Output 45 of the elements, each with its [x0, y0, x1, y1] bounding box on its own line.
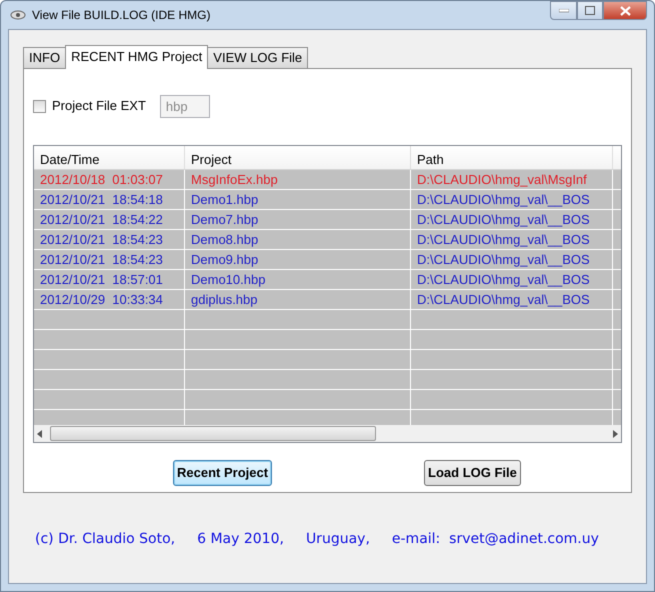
table-cell: 2012/10/21 18:54:22 — [34, 210, 185, 229]
window-title: View File BUILD.LOG (IDE HMG) — [32, 7, 210, 24]
table-cell: D:\CLAUDIO\hmg_val\__BOS — [411, 270, 613, 289]
column-header[interactable]: Path — [411, 146, 613, 169]
checkbox-label: Project File EXT — [52, 97, 146, 116]
table-cell: 2012/10/21 18:54:23 — [34, 250, 185, 269]
table-cell: D:\CLAUDIO\hmg_val\__BOS — [411, 210, 613, 229]
footer-text: (c) Dr. Claudio Soto, — [35, 530, 176, 549]
table-cell: Demo7.hbp — [185, 210, 411, 229]
table-cell: 2012/10/21 18:54:23 — [34, 230, 185, 249]
load-log-button[interactable]: Load LOG File — [424, 460, 521, 486]
table-cell: D:\CLAUDIO\hmg_val\__BOS — [411, 230, 613, 249]
eye-icon — [10, 8, 26, 22]
tab[interactable]: RECENT HMG Project — [65, 45, 208, 69]
column-header[interactable]: Project — [185, 146, 411, 169]
table-cell: 2012/10/18 01:03:07 — [34, 170, 185, 189]
footer-text: e-mail: srvet@adinet.com.uy — [392, 530, 599, 549]
table-cell: 2012/10/21 18:54:18 — [34, 190, 185, 209]
scroll-right-icon[interactable] — [613, 430, 618, 438]
table-cell: Demo8.hbp — [185, 230, 411, 249]
minimize-button[interactable] — [550, 1, 577, 20]
tab[interactable]: INFO — [23, 47, 66, 68]
scrollbar-thumb[interactable] — [50, 426, 376, 441]
table-cell: 2012/10/29 10:33:34 — [34, 290, 185, 309]
tab[interactable]: VIEW LOG File — [207, 47, 308, 68]
recent-project-button[interactable]: Recent Project — [173, 460, 272, 486]
close-icon — [620, 6, 630, 16]
footer-text: Uruguay, — [306, 530, 370, 549]
table-cell: 2012/10/21 18:57:01 — [34, 270, 185, 289]
table-cell: Demo10.hbp — [185, 270, 411, 289]
minimize-icon — [558, 8, 568, 12]
table-cell: gdiplus.hbp — [185, 290, 411, 309]
maximize-button[interactable] — [577, 1, 603, 20]
table-cell: D:\CLAUDIO\hmg_val\__BOS — [411, 290, 613, 309]
table-cell: D:\CLAUDIO\hmg_val\__BOS — [411, 250, 613, 269]
scroll-left-icon[interactable] — [37, 430, 42, 438]
maximize-icon — [585, 6, 595, 15]
table-cell: Demo9.hbp — [185, 250, 411, 269]
close-button[interactable] — [603, 1, 647, 20]
table-cell: Demo1.hbp — [185, 190, 411, 209]
column-header[interactable]: Date/Time — [34, 146, 185, 169]
footer-text: 6 May 2010, — [197, 530, 284, 549]
table-cell: MsgInfoEx.hbp — [185, 170, 411, 189]
table-cell: D:\CLAUDIO\hmg_val\__BOS — [411, 190, 613, 209]
table-cell: D:\CLAUDIO\hmg_val\MsgInf — [411, 170, 613, 189]
